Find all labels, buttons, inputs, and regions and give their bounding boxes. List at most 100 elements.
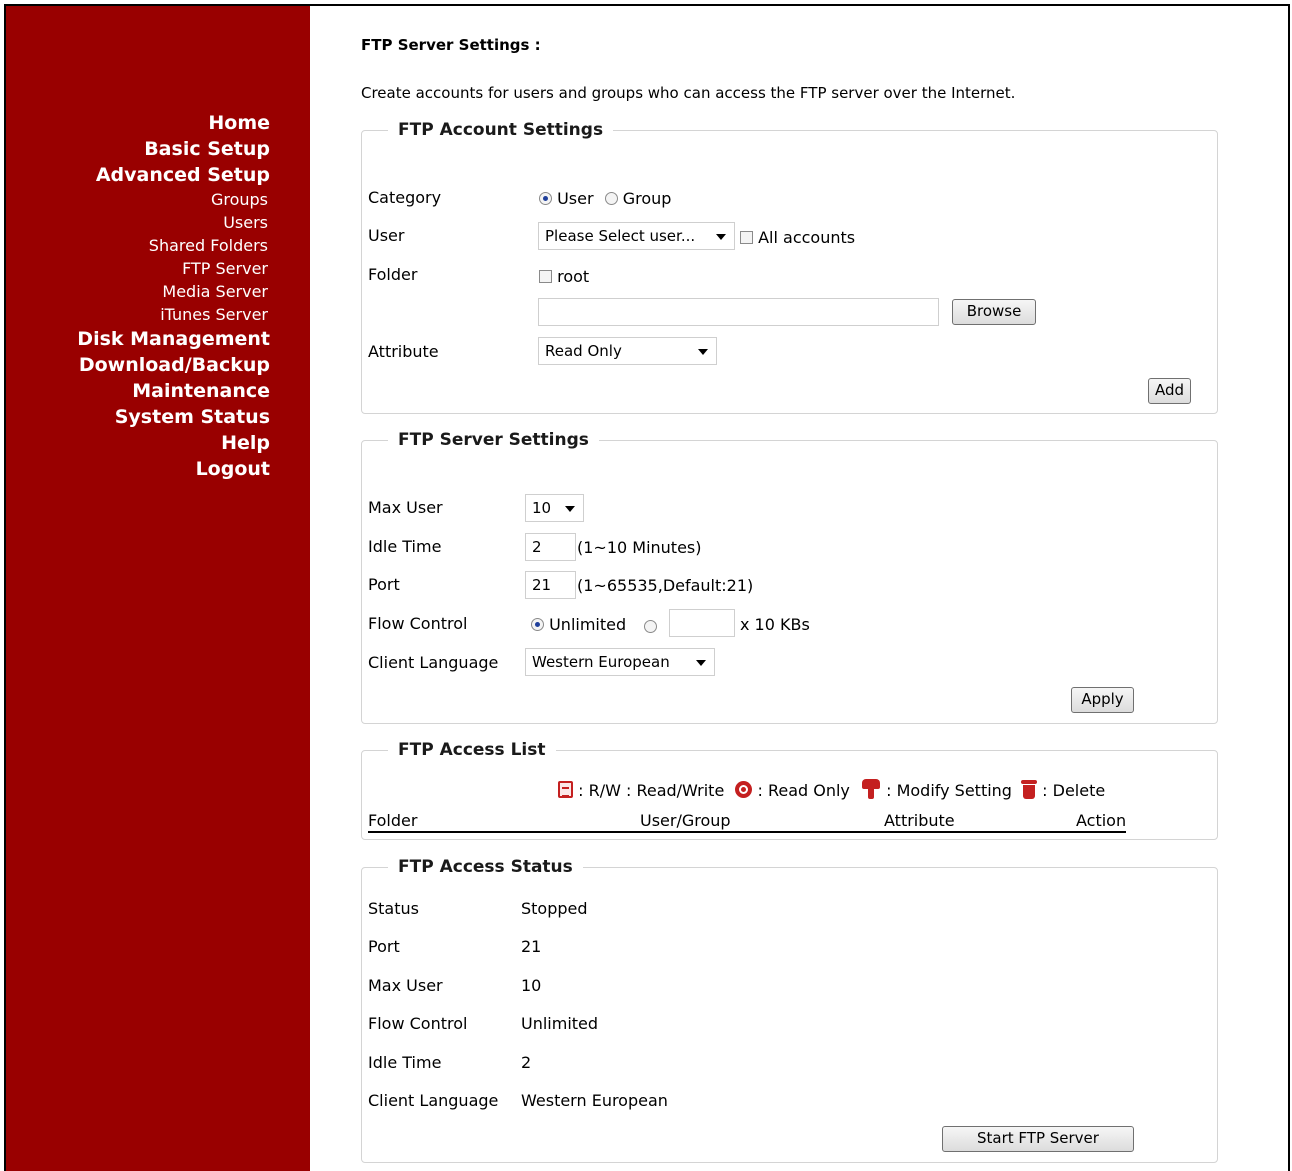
root-option: root <box>539 267 589 286</box>
add-button[interactable]: Add <box>1148 378 1191 404</box>
flow-unit: x 10 KBs <box>740 615 810 634</box>
user-select[interactable]: Please Select user... <box>538 222 735 250</box>
read-write-icon <box>558 781 573 798</box>
read-only-icon <box>735 781 753 798</box>
page-intro: Create accounts for users and groups who… <box>361 84 1016 102</box>
ftp-server-settings: FTP Server Settings Max User 10 Idle Tim… <box>361 428 1218 724</box>
status-label: Status <box>368 899 419 918</box>
max-user-label: Max User <box>368 498 443 517</box>
client-language-label: Client Language <box>368 653 499 672</box>
chevron-down-icon <box>565 506 575 512</box>
nav-itunes-server[interactable]: iTunes Server <box>77 303 270 326</box>
client-language-select[interactable]: Western European <box>525 648 715 676</box>
root-label: root <box>557 267 590 286</box>
port-input[interactable]: 21 <box>525 571 576 599</box>
column-header-user-group: User/Group <box>640 811 731 830</box>
user-select-value: Please Select user... <box>545 227 696 245</box>
nav-maintenance[interactable]: Maintenance <box>77 378 270 404</box>
max-user-select-value: 10 <box>532 499 552 517</box>
all-accounts-label: All accounts <box>758 228 856 247</box>
delete-icon <box>1021 779 1038 799</box>
flow-control-status-value: Unlimited <box>521 1014 599 1033</box>
column-header-folder: Folder <box>368 811 418 830</box>
attribute-select-value: Read Only <box>545 342 622 360</box>
category-group-label: Group <box>622 189 672 208</box>
max-user-select[interactable]: 10 <box>525 494 584 522</box>
idle-time-status-value: 2 <box>521 1053 532 1072</box>
legend-read-write-text: : R/W : Read/Write <box>578 781 725 800</box>
legend-delete-text: : Delete <box>1042 781 1106 800</box>
legend-read-only-text: : Read Only <box>757 781 850 800</box>
flow-limit-input[interactable] <box>669 609 735 637</box>
user-label: User <box>368 226 405 245</box>
modify-setting-icon <box>861 779 881 799</box>
idle-time-hint: (1~10 Minutes) <box>577 538 702 557</box>
ftp-account-settings: FTP Account Settings Category User Group… <box>361 118 1218 414</box>
page-title: FTP Server Settings : <box>361 36 541 54</box>
flow-control-label: Flow Control <box>368 614 468 633</box>
nav-ftp-server[interactable]: FTP Server <box>77 257 270 280</box>
client-language-select-value: Western European <box>532 653 670 671</box>
category-radio-group: User Group <box>539 189 671 208</box>
nav-help[interactable]: Help <box>77 430 270 456</box>
browse-button[interactable]: Browse <box>952 299 1036 325</box>
chevron-down-icon <box>696 660 706 666</box>
port-hint: (1~65535,Default:21) <box>577 576 754 595</box>
nav-users[interactable]: Users <box>77 211 270 234</box>
nav-basic-setup[interactable]: Basic Setup <box>77 136 270 162</box>
attribute-select[interactable]: Read Only <box>538 337 717 365</box>
apply-button[interactable]: Apply <box>1071 687 1134 713</box>
idle-time-status-label: Idle Time <box>368 1053 442 1072</box>
nav-system-status[interactable]: System Status <box>77 404 270 430</box>
flow-unlimited-radio[interactable] <box>531 618 544 631</box>
start-ftp-server-button[interactable]: Start FTP Server <box>942 1126 1134 1152</box>
sidebar-nav: Home Basic Setup Advanced Setup Groups U… <box>77 110 270 482</box>
idle-time-input[interactable]: 2 <box>525 533 576 561</box>
ftp-access-list: FTP Access List : R/W : Read/Write : Rea… <box>361 738 1218 840</box>
nav-advanced-setup[interactable]: Advanced Setup <box>77 162 270 188</box>
folder-label: Folder <box>368 265 418 284</box>
port-status-value: 21 <box>521 937 542 956</box>
column-header-action: Action <box>1076 811 1127 830</box>
port-status-label: Port <box>368 937 400 956</box>
nav-logout[interactable]: Logout <box>77 456 270 482</box>
nav-home[interactable]: Home <box>77 110 270 136</box>
idle-time-label: Idle Time <box>368 537 442 556</box>
chevron-down-icon <box>698 349 708 355</box>
table-header-rule <box>368 831 1126 833</box>
status-value: Stopped <box>521 899 588 918</box>
nav-media-server[interactable]: Media Server <box>77 280 270 303</box>
fieldset-legend: FTP Access List <box>388 738 556 762</box>
all-accounts-option: All accounts <box>740 228 855 247</box>
ftp-access-status: FTP Access Status Status Stopped Port 21… <box>361 855 1218 1163</box>
client-language-status-value: Western European <box>521 1091 668 1110</box>
fieldset-legend: FTP Server Settings <box>388 428 599 452</box>
chevron-down-icon <box>716 234 726 240</box>
flow-unlimited-label: Unlimited <box>549 615 627 634</box>
max-user-status-label: Max User <box>368 976 443 995</box>
sidebar: Home Basic Setup Advanced Setup Groups U… <box>6 6 310 1171</box>
fieldset-legend: FTP Access Status <box>388 855 583 879</box>
all-accounts-checkbox[interactable] <box>740 231 753 244</box>
flow-control-status-label: Flow Control <box>368 1014 468 1033</box>
category-group-radio[interactable] <box>604 192 618 205</box>
icon-legend: : R/W : Read/Write : Read Only : Modify … <box>558 779 1105 800</box>
nav-download-backup[interactable]: Download/Backup <box>77 352 270 378</box>
client-language-status-label: Client Language <box>368 1091 499 1110</box>
folder-path-input[interactable] <box>538 298 939 326</box>
nav-groups[interactable]: Groups <box>77 188 270 211</box>
attribute-label: Attribute <box>368 342 439 361</box>
column-header-attribute: Attribute <box>884 811 955 830</box>
category-user-radio[interactable] <box>539 192 552 205</box>
category-label: Category <box>368 188 442 207</box>
flow-unlimited-option: Unlimited <box>531 615 626 634</box>
root-checkbox[interactable] <box>539 270 552 283</box>
flow-limit-radio[interactable] <box>644 620 657 633</box>
nav-disk-management[interactable]: Disk Management <box>77 326 270 352</box>
port-label: Port <box>368 575 400 594</box>
nav-shared-folders[interactable]: Shared Folders <box>77 234 270 257</box>
max-user-status-value: 10 <box>521 976 542 995</box>
fieldset-legend: FTP Account Settings <box>388 118 614 142</box>
category-user-label: User <box>557 189 594 208</box>
legend-modify-text: : Modify Setting <box>886 781 1012 800</box>
